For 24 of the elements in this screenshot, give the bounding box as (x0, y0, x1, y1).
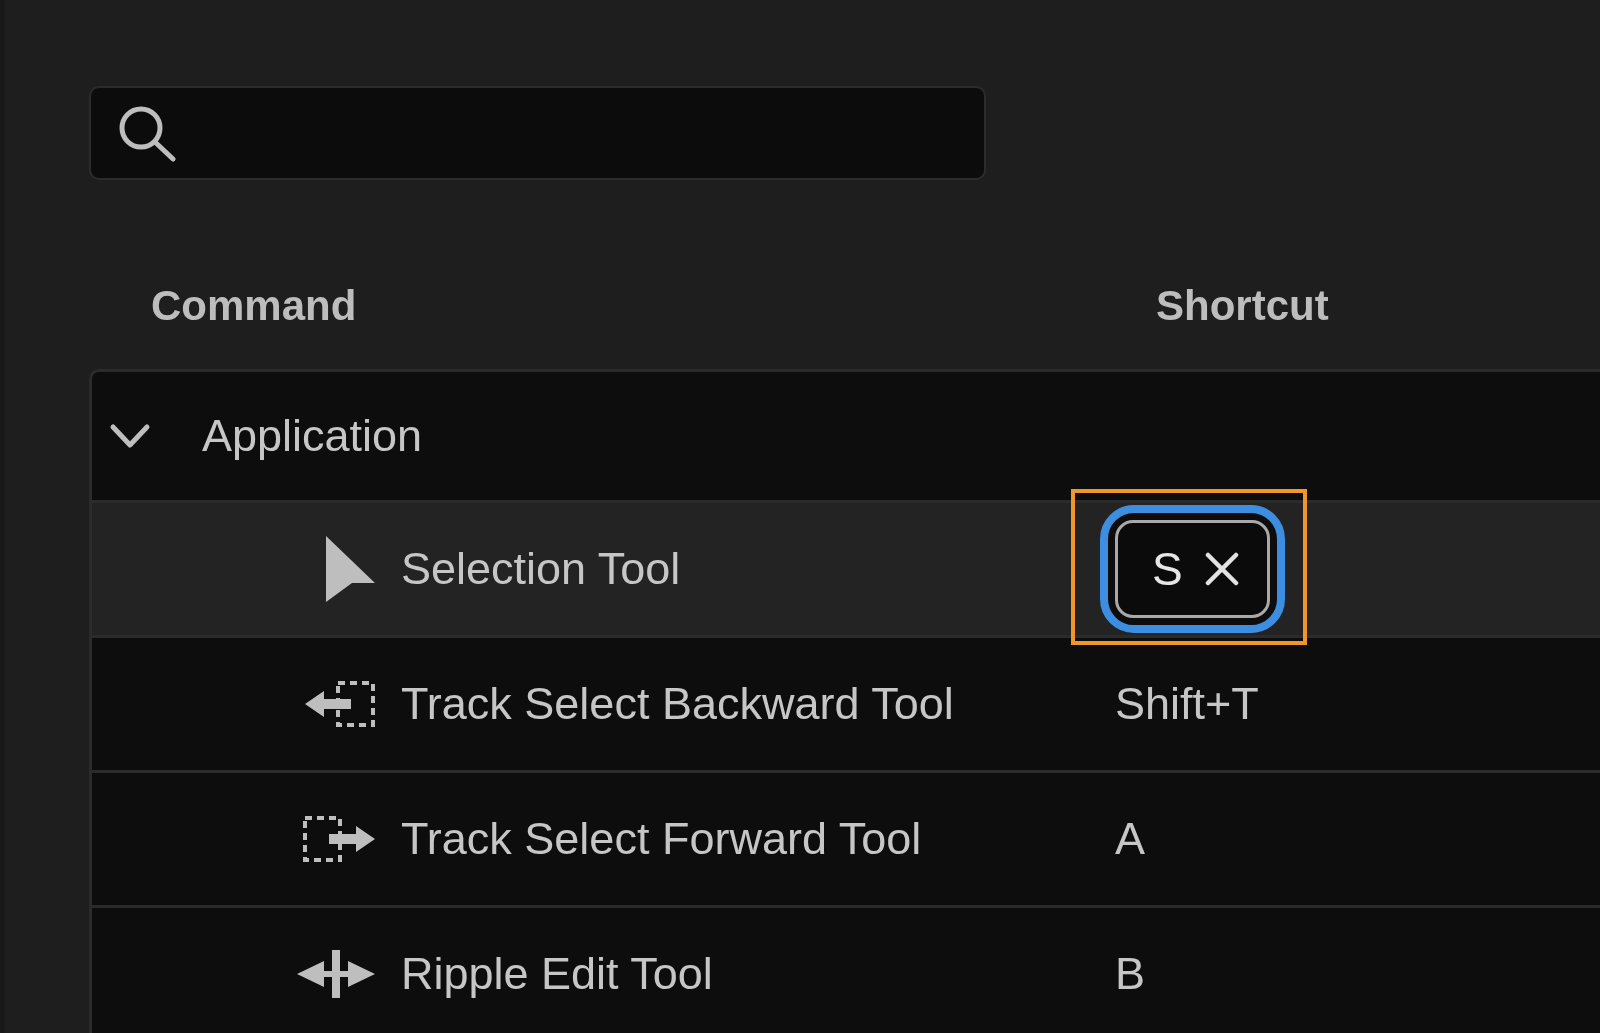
shortcut-input-field[interactable]: S (1100, 505, 1285, 633)
left-arrow-dashed-box-icon (305, 681, 375, 727)
shortcut-label: A (1115, 813, 1145, 865)
command-row[interactable]: Ripple Edit Tool B (92, 905, 1600, 1033)
command-label: Ripple Edit Tool (401, 948, 713, 1000)
ripple-edit-icon (297, 950, 375, 998)
shortcut-label: Shift+T (1115, 678, 1259, 730)
search-field[interactable] (89, 86, 986, 180)
category-toggle[interactable]: Application (92, 372, 1600, 500)
command-row[interactable]: Track Select Backward Tool Shift+T (92, 635, 1600, 770)
command-row[interactable]: Track Select Forward Tool A (92, 770, 1600, 905)
command-label: Selection Tool (401, 543, 681, 595)
command-label: Track Select Forward Tool (401, 813, 922, 865)
column-header: Shortcut (1156, 281, 1329, 331)
close-icon (1204, 552, 1239, 586)
search-icon (117, 104, 177, 162)
command-label: Track Select Backward Tool (401, 678, 954, 730)
shortcut-key-chip[interactable]: S (1115, 520, 1270, 618)
remove-key-button[interactable] (1204, 552, 1239, 586)
column-header: Command (151, 281, 357, 331)
shortcut-label: B (1115, 948, 1145, 1000)
arrow-pointer-icon (326, 536, 375, 602)
right-arrow-dashed-box-icon (303, 816, 375, 862)
shortcut-key-label: S (1152, 543, 1183, 595)
